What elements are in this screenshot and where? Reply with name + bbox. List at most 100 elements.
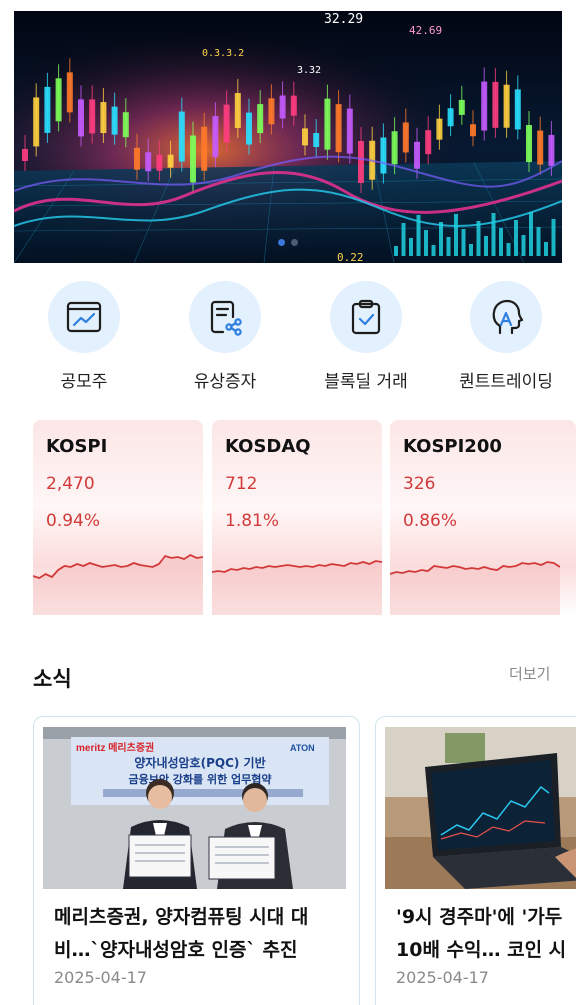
index-value: 326	[403, 474, 436, 494]
banner-candle	[414, 141, 420, 169]
quick-menu-label: 퀀트트레이딩	[459, 372, 553, 392]
news-list: meritz 메리츠증권 ATON 양자내성암호(PQC) 기반 금융보안 강화…	[33, 716, 576, 1005]
banner-candle	[492, 81, 499, 128]
banner-candle	[257, 104, 264, 134]
news-thumbnail: meritz 메리츠증권 ATON 양자내성암호(PQC) 기반 금융보안 강화…	[43, 727, 346, 889]
banner-candle	[66, 72, 73, 113]
banner-candle	[78, 99, 84, 137]
banner-candle	[100, 102, 107, 134]
banner-candle	[234, 93, 241, 129]
news-card[interactable]: '9시 경주마'에 '가두 10배 수익… 코인 시 2025-04-17	[375, 716, 576, 1005]
banner-floor-bar	[416, 215, 421, 256]
banner-candle	[167, 154, 174, 168]
quick-menu-label: 공모주	[60, 372, 108, 392]
quick-menu-label: 블록딜 거래	[324, 372, 408, 392]
banner-floor-bar	[529, 212, 533, 256]
pagination-dot[interactable]	[291, 239, 298, 246]
index-change: 0.94%	[46, 511, 101, 531]
banner-candle	[514, 89, 521, 130]
banner-candle	[246, 112, 252, 145]
banner-candle	[290, 95, 297, 116]
banner-candle	[436, 118, 443, 140]
banner-text: 3.32	[297, 65, 321, 76]
news-headline: '9시 경주마'에 '가두 10배 수익… 코인 시	[396, 901, 576, 967]
index-value: 712	[225, 474, 258, 494]
sparkline-area	[390, 562, 560, 615]
news-headline-line: 비…`양자내성암호 인증` 추진	[54, 939, 298, 961]
banner-candle	[44, 86, 51, 133]
banner-candle	[548, 134, 555, 166]
news-headline-line: 10배 수익… 코인 시	[396, 939, 567, 961]
hero-banner[interactable]: 32.29 42.69 0.3.3.2 3.32 0.22	[14, 11, 562, 263]
index-card-kospi200[interactable]: KOSPI200 326 0.86%	[390, 420, 576, 615]
index-sparkline	[212, 560, 382, 615]
banner-floor-bar	[431, 245, 436, 256]
quick-menu-rights-offering[interactable]: 유상증자	[155, 280, 295, 392]
index-name: KOSDAQ	[225, 436, 311, 457]
news-headline-line: '9시 경주마'에 '가두	[396, 906, 563, 928]
news-headline-line: 메리츠증권, 양자컴퓨팅 시대 대	[54, 906, 309, 928]
banner-candle	[212, 116, 219, 158]
banner-candle	[425, 130, 432, 155]
news-headline: 메리츠증권, 양자컴퓨팅 시대 대 비…`양자내성암호 인증` 추진	[54, 901, 350, 967]
sparkline-area	[33, 555, 203, 615]
pagination-dot[interactable]	[278, 239, 285, 246]
news-thumbnail	[385, 727, 576, 889]
banner-text: 42.69	[409, 24, 442, 37]
banner-candle	[122, 112, 129, 138]
market-index-cards: KOSPI 2,470 0.94% KOSDAQ 712 1.81% KOSPI…	[33, 420, 576, 615]
index-change: 1.81%	[225, 511, 280, 531]
index-sparkline	[33, 553, 203, 615]
banner-candle	[402, 122, 409, 153]
banner-candle	[55, 78, 62, 122]
news-card[interactable]: meritz 메리츠증권 ATON 양자내성암호(PQC) 기반 금융보안 강화…	[33, 716, 360, 1005]
banner-floor-bar	[491, 213, 496, 256]
banner-candle	[346, 108, 353, 154]
banner-candle	[201, 126, 208, 171]
banner-candle	[481, 81, 488, 131]
banner-candle	[268, 98, 275, 125]
index-card-kosdaq[interactable]: KOSDAQ 712 1.81%	[212, 420, 382, 615]
news-date: 2025-04-17	[396, 968, 489, 987]
banner-floor-bar	[551, 219, 556, 256]
index-card-kospi[interactable]: KOSPI 2,470 0.94%	[33, 420, 203, 615]
banner-text: 0.22	[337, 251, 364, 263]
banner-candle	[223, 104, 230, 143]
index-sparkline	[390, 561, 560, 615]
banner-floor-bar	[394, 246, 398, 256]
banner-candle	[111, 106, 118, 135]
quick-menu-ipo[interactable]: 공모주	[14, 280, 154, 392]
banner-candle	[279, 95, 286, 119]
index-change: 0.86%	[403, 511, 458, 531]
quick-menu: 공모주 유상증자 블록딜 거래 퀀트트레이딩	[14, 280, 576, 392]
news-date: 2025-04-17	[54, 968, 147, 987]
ipo-chart-icon	[48, 281, 120, 353]
banner-candle	[313, 133, 320, 148]
banner-candle	[145, 152, 152, 172]
quick-menu-block-deal[interactable]: 블록딜 거래	[296, 280, 436, 392]
thumbnail-text: meritz 메리츠증권	[76, 741, 154, 754]
clipboard-check-icon	[330, 281, 402, 353]
banner-floor-bar	[454, 214, 458, 256]
ai-head-icon	[470, 281, 542, 353]
banner-candle	[537, 130, 544, 165]
banner-candle	[458, 99, 465, 115]
banner-candle	[302, 128, 308, 146]
banner-candle	[335, 104, 342, 153]
banner-candle	[526, 125, 532, 163]
banner-candle	[380, 137, 387, 174]
index-value: 2,470	[46, 474, 95, 494]
banner-candle	[503, 84, 510, 128]
thumbnail-text: ATON	[290, 743, 315, 753]
quick-menu-label: 유상증자	[193, 372, 257, 392]
banner-candle	[22, 149, 28, 161]
quick-menu-quant-trading[interactable]: 퀀트트레이딩	[436, 280, 576, 392]
banner-text: 0.3.3.2	[202, 48, 244, 59]
banner-candle	[324, 98, 331, 150]
banner-candle	[156, 154, 163, 171]
banner-candle	[190, 135, 196, 183]
news-more-link[interactable]: 더보기	[509, 663, 550, 684]
stock-market-banner-image: 32.29 42.69 0.3.3.2 3.32 0.22	[14, 11, 562, 263]
index-name: KOSPI	[46, 436, 108, 457]
banner-candle	[358, 140, 364, 183]
